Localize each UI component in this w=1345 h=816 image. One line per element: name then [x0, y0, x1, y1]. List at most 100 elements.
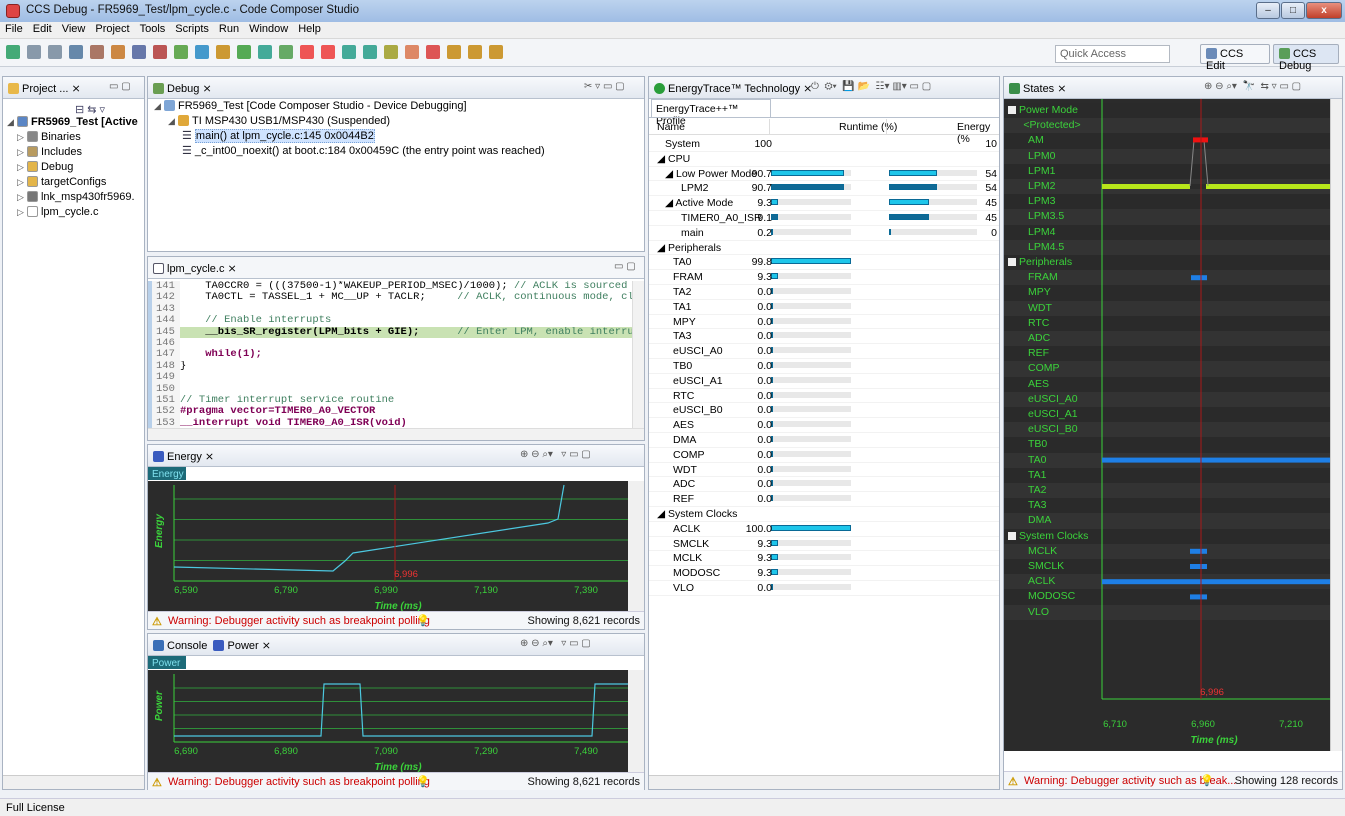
energytrace-row[interactable]: System 100 10 — [649, 137, 999, 152]
energytrace-row[interactable]: REF 0.0 — [649, 492, 999, 507]
energytrace-row[interactable]: TA1 0.0 — [649, 300, 999, 315]
energytrace-row[interactable]: WDT 0.0 — [649, 463, 999, 478]
toolbar-icon[interactable] — [153, 45, 167, 59]
maximize-button[interactable]: □ — [1281, 2, 1305, 19]
energytrace-profile-subtab[interactable]: EnergyTrace++™ Profile — [651, 99, 771, 127]
energy-tab[interactable]: Energy ⨯ ⊕ ⊖ ⌕▾ ▿ ▭ ▢ — [148, 445, 644, 467]
project-tree-item[interactable]: ◢ FR5969_Test [Active — [7, 115, 138, 130]
toolbar-icon[interactable] — [132, 45, 146, 59]
energytrace-row[interactable]: eUSCI_B0 0.0 — [649, 403, 999, 419]
project-tree-item[interactable]: ▷ lpm_cycle.c — [7, 205, 138, 220]
energytrace-row[interactable]: MCLK 9.3 — [649, 551, 999, 567]
expand-arrow-icon[interactable]: ▷ — [17, 162, 24, 172]
debug-tab[interactable]: Debug ⨯ ✂ ▿ ▭ ▢ — [148, 77, 644, 99]
toolbar-icon[interactable] — [6, 45, 20, 59]
toolbar-icon[interactable] — [426, 45, 440, 59]
code-line[interactable]: 142 TA0CTL = TASSEL_1 + MC__UP + TACLR; … — [148, 292, 633, 304]
code-line[interactable]: 150 — [148, 383, 633, 395]
toolbar-icon[interactable] — [90, 45, 104, 59]
toolbar-icon[interactable] — [258, 45, 272, 59]
energytrace-row[interactable]: COMP 0.0 — [649, 448, 999, 463]
energytrace-row[interactable]: eUSCI_A1 0.0 — [649, 374, 999, 389]
project-tree-item[interactable]: ▷ targetConfigs — [7, 175, 138, 190]
view-min-max-icons[interactable]: ▭ ▢ — [109, 81, 131, 92]
menu-help[interactable]: Help — [293, 22, 326, 35]
energytrace-row[interactable]: ◢ Peripherals — [649, 241, 999, 256]
col-runtime[interactable]: Runtime (%) — [839, 121, 897, 133]
menu-scripts[interactable]: Scripts — [170, 22, 214, 35]
power-chart[interactable]: PowerPower6,690 6,890 7,090 7,290 7,490Time … — [148, 656, 644, 776]
power-zoom-controls[interactable]: ⊕ ⊖ ⌕▾ ▿ ▭ ▢ — [520, 638, 591, 649]
editor-vscrollbar[interactable] — [632, 281, 644, 429]
toolbar-icon[interactable] — [468, 45, 482, 59]
energytrace-row[interactable]: ◢ CPU — [649, 152, 999, 167]
energy-zoom-controls[interactable]: ⊕ ⊖ ⌕▾ ▿ ▭ ▢ — [520, 449, 591, 460]
states-tab[interactable]: States ⨯ ⊕ ⊖ ⌕▾ 🔭 ⇆ ▿ ▭ ▢ — [1004, 77, 1342, 99]
project-tree-item[interactable]: ▷ Binaries — [7, 130, 138, 145]
lightbulb-icon[interactable]: 💡 — [416, 775, 430, 788]
debug-tree-item[interactable]: ☰ main() at lpm_cycle.c:145 0x0044B2 — [154, 129, 545, 144]
energytrace-row[interactable]: AES 0.0 — [649, 418, 999, 433]
expand-arrow-icon[interactable]: ▷ — [17, 147, 24, 157]
expand-arrow-icon[interactable]: ◢ — [154, 101, 161, 111]
perspective-ccs-edit[interactable]: CCS Edit — [1200, 44, 1270, 72]
project-tree-item[interactable]: ▷ lnk_msp430fr5969. — [7, 190, 138, 205]
code-line[interactable]: 141 TA0CCR0 = (((37500-1)*WAKEUP_PERIOD_… — [148, 281, 633, 293]
project-explorer-tab[interactable]: Project ... ⨯ ▭ ▢ — [3, 77, 144, 99]
energytrace-row[interactable]: TIMER0_A0_ISR 9.1 45 — [649, 211, 999, 226]
toolbar-icon[interactable] — [27, 45, 41, 59]
energytrace-row[interactable]: RTC 0.0 — [649, 389, 999, 404]
code-line[interactable]: 147 while(1); — [148, 349, 633, 361]
energytrace-row[interactable]: eUSCI_A0 0.0 — [649, 344, 999, 359]
toolbar-icon[interactable] — [405, 45, 419, 59]
quick-access-input[interactable]: Quick Access — [1055, 45, 1170, 63]
states-chart-area[interactable]: Power Mode <Protected> AM LPM0 LPM1 LPM2 LPM3 L… — [1004, 99, 1330, 751]
col-name[interactable]: Name — [657, 121, 685, 133]
code-line[interactable]: 151// Timer interrupt service routine — [148, 394, 633, 407]
menu-run[interactable]: Run — [214, 22, 244, 35]
project-tree-item[interactable]: ▷ Includes — [7, 145, 138, 160]
energytrace-row[interactable]: ◢ System Clocks — [649, 507, 999, 522]
energytrace-row[interactable]: ACLK 100.0 — [649, 522, 999, 537]
editor-tab[interactable]: lpm_cycle.c ⨯ ▭ ▢ — [148, 257, 644, 279]
editor-view-controls[interactable]: ▭ ▢ — [614, 261, 636, 272]
power-tab[interactable]: Power ⨯ — [213, 640, 271, 652]
toolbar-icon[interactable] — [216, 45, 230, 59]
toolbar-icon[interactable] — [237, 45, 251, 59]
expand-arrow-icon[interactable]: ▷ — [17, 132, 24, 142]
close-button[interactable]: x — [1306, 2, 1342, 19]
states-vscrollbar[interactable] — [1330, 99, 1342, 751]
energy-chart[interactable]: EnergyEnergy6,5906,7906,9907,1907,3907,5… — [148, 467, 644, 615]
states-timeline[interactable]: 6,996 6,710 6,960 7,210 Time (ms) — [1004, 99, 1330, 751]
expand-arrow-icon[interactable]: ◢ — [168, 116, 175, 126]
energytrace-row[interactable]: MPY 0.0 — [649, 315, 999, 330]
expand-arrow-icon[interactable]: ▷ — [17, 207, 24, 217]
energytrace-tab[interactable]: EnergyTrace™ Technology ⨯ ⏻ ⚙▾ 💾 📂 ☷▾ ▥▾ … — [649, 77, 999, 99]
toolbar-icon[interactable] — [174, 45, 188, 59]
debug-tree-item[interactable]: ◢ TI MSP430 USB1/MSP430 (Suspended) — [154, 114, 545, 129]
energytrace-row[interactable]: ◢ Low Power Mode 90.7 54 — [649, 167, 999, 182]
toolbar-icon[interactable] — [384, 45, 398, 59]
expand-arrow-icon[interactable]: ◢ — [7, 117, 14, 127]
energytrace-row[interactable]: MODOSC 9.3 — [649, 566, 999, 581]
expand-arrow-icon[interactable]: ▷ — [17, 177, 24, 187]
energytrace-row[interactable]: ◢ Active Mode 9.3 45 — [649, 196, 999, 211]
code-line[interactable]: 143 — [148, 303, 633, 316]
toolbar-icon[interactable] — [321, 45, 335, 59]
menu-window[interactable]: Window — [244, 22, 293, 35]
menu-tools[interactable]: Tools — [135, 22, 171, 35]
code-line[interactable]: 148} — [148, 360, 633, 373]
project-hscrollbar[interactable] — [3, 775, 144, 789]
energytrace-row[interactable]: main 0.2 0 — [649, 226, 999, 241]
menu-file[interactable]: File — [0, 22, 28, 35]
menu-project[interactable]: Project — [90, 22, 134, 35]
console-tab[interactable]: Console — [153, 640, 207, 652]
toolbar-icon[interactable] — [111, 45, 125, 59]
editor-hscrollbar[interactable] — [148, 428, 644, 440]
energytrace-row[interactable]: TA0 99.8 — [649, 255, 999, 271]
minimize-button[interactable]: – — [1256, 2, 1280, 19]
toolbar-icon[interactable] — [447, 45, 461, 59]
debug-view-controls[interactable]: ✂ ▿ ▭ ▢ — [584, 81, 625, 92]
menu-edit[interactable]: Edit — [28, 22, 57, 35]
project-tree-item[interactable]: ▷ Debug — [7, 160, 138, 175]
